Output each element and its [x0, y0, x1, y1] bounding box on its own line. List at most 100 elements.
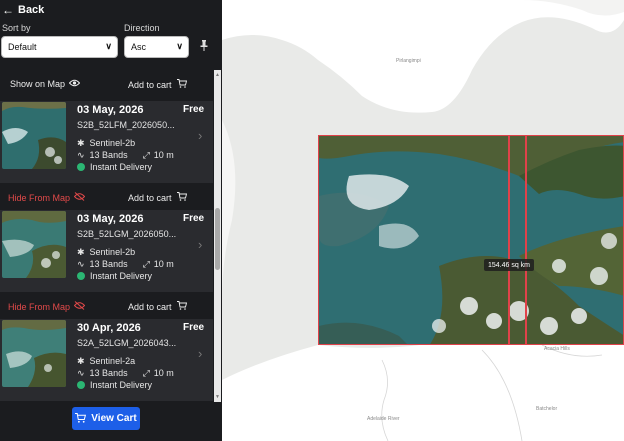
waveform-icon: ∿	[77, 258, 85, 269]
result-card[interactable]: 30 Apr, 2026 Free S2A_52LGM_2026043... ✱…	[0, 319, 213, 401]
chevron-down-icon: ∨	[105, 41, 112, 51]
app-root: ← Back Sort by Direction Default ∨ Asc ∨…	[0, 0, 624, 441]
bands-count: 13 Bands	[89, 259, 128, 269]
scene-thumbnail	[2, 320, 66, 387]
hide-from-map-button[interactable]: Hide From Map	[8, 192, 86, 203]
place-label: Acacia Hills	[544, 346, 570, 352]
add-to-cart-label: Add to cart	[128, 301, 172, 312]
direction-value: Asc	[131, 42, 147, 52]
chevron-right-icon: ›	[198, 346, 203, 361]
pin-icon[interactable]	[199, 40, 209, 53]
satellite-name: Sentinel-2b	[89, 138, 136, 148]
place-label: Batchelor	[536, 406, 558, 412]
view-cart-button[interactable]: View Cart	[72, 407, 140, 430]
add-to-cart-label: Add to cart	[128, 192, 172, 203]
resolution-value: 10 m	[153, 259, 174, 269]
scene-thumbnail	[2, 102, 66, 169]
scroll-down-icon[interactable]: ▼	[215, 394, 220, 400]
clock-icon	[77, 163, 85, 171]
cart-plus-icon	[176, 192, 187, 203]
cart-icon	[75, 412, 87, 425]
eye-icon	[68, 79, 81, 89]
resize-icon: ⤢	[142, 367, 150, 378]
scene-date: 30 Apr, 2026	[77, 322, 141, 334]
show-on-map-button[interactable]: Show on Map	[10, 79, 81, 89]
sort-by-label: Sort by	[2, 23, 31, 33]
waveform-icon: ∿	[77, 367, 85, 378]
footprint-outline	[525, 135, 527, 345]
bands-row: ∿ 13 Bands ⤢ 10 m	[77, 368, 174, 378]
delivery-row: Instant Delivery	[77, 271, 152, 281]
sort-by-select[interactable]: Default ∨	[1, 36, 118, 58]
price-badge: Free	[183, 322, 205, 333]
delivery-label: Instant Delivery	[90, 380, 153, 390]
result-card[interactable]: 03 May, 2026 Free S2B_52LFM_2026050... ✱…	[0, 101, 213, 183]
resize-icon: ⤢	[142, 149, 150, 160]
direction-label: Direction	[124, 23, 160, 33]
view-cart-label: View Cart	[91, 413, 137, 424]
resolution-value: 10 m	[153, 150, 174, 160]
sort-by-value: Default	[8, 42, 37, 52]
scene-date: 03 May, 2026	[77, 213, 144, 225]
price-badge: Free	[183, 213, 205, 224]
footprint-outline	[508, 135, 510, 345]
chevron-down-icon: ∨	[176, 41, 183, 51]
scroll-up-icon[interactable]: ▲	[215, 72, 220, 78]
area-measurement-label: 154.46 sq km	[484, 259, 534, 271]
show-on-map-label: Show on Map	[10, 79, 66, 89]
add-to-cart-button[interactable]: Add to cart	[128, 79, 187, 90]
card-actions: Hide From Map Add to cart	[0, 183, 213, 211]
eye-off-icon	[73, 301, 86, 312]
eye-off-icon	[73, 192, 86, 203]
scene-thumbnail	[2, 211, 66, 278]
waveform-icon: ∿	[77, 149, 85, 160]
delivery-row: Instant Delivery	[77, 380, 152, 390]
bands-row: ∿ 13 Bands ⤢ 10 m	[77, 259, 174, 269]
delivery-label: Instant Delivery	[90, 162, 153, 172]
add-to-cart-label: Add to cart	[128, 79, 172, 90]
results-list: Show on Map Add to cart 03 May, 2026 Fre…	[0, 70, 213, 402]
resolution-value: 10 m	[153, 368, 174, 378]
card-actions: Hide From Map Add to cart	[0, 292, 213, 320]
satellite-scene-overlay[interactable]	[318, 135, 624, 345]
place-label: Adelaide River	[367, 416, 400, 422]
bands-count: 13 Bands	[89, 368, 128, 378]
back-label: Back	[18, 4, 45, 16]
satellite-row: ✱ Sentinel-2b	[77, 138, 135, 148]
chevron-right-icon: ›	[198, 128, 203, 143]
chevron-right-icon: ›	[198, 237, 203, 252]
place-label: Pirlangimpi	[396, 58, 421, 64]
satellite-name: Sentinel-2b	[89, 247, 136, 257]
resize-icon: ⤢	[142, 258, 150, 269]
card-actions: Show on Map Add to cart	[0, 70, 213, 98]
bands-row: ∿ 13 Bands ⤢ 10 m	[77, 150, 174, 160]
satellite-icon: ✱	[77, 137, 85, 148]
delivery-row: Instant Delivery	[77, 162, 152, 172]
clock-icon	[77, 381, 85, 389]
hide-from-map-label: Hide From Map	[8, 301, 71, 312]
result-card[interactable]: 03 May, 2026 Free S2B_52LGM_2026050... ✱…	[0, 210, 213, 292]
add-to-cart-button[interactable]: Add to cart	[128, 192, 187, 203]
price-badge: Free	[183, 104, 205, 115]
arrow-left-icon: ←	[2, 3, 14, 17]
cart-plus-icon	[176, 301, 187, 312]
satellite-name: Sentinel-2a	[89, 356, 136, 366]
add-to-cart-button[interactable]: Add to cart	[128, 301, 187, 312]
cart-plus-icon	[176, 79, 187, 90]
clock-icon	[77, 272, 85, 280]
satellite-row: ✱ Sentinel-2a	[77, 356, 135, 366]
bands-count: 13 Bands	[89, 150, 128, 160]
direction-select[interactable]: Asc ∨	[124, 36, 189, 58]
scene-date: 03 May, 2026	[77, 104, 144, 116]
delivery-label: Instant Delivery	[90, 271, 153, 281]
hide-from-map-button[interactable]: Hide From Map	[8, 301, 86, 312]
product-id: S2A_52LGM_2026043...	[77, 338, 177, 348]
satellite-row: ✱ Sentinel-2b	[77, 247, 135, 257]
hide-from-map-label: Hide From Map	[8, 192, 71, 203]
scrollbar-thumb[interactable]	[215, 208, 220, 270]
product-id: S2B_52LFM_2026050...	[77, 120, 175, 130]
results-sidebar: ← Back Sort by Direction Default ∨ Asc ∨…	[0, 0, 222, 441]
back-button[interactable]: ← Back	[2, 3, 44, 17]
satellite-icon: ✱	[77, 355, 85, 366]
map-view[interactable]: Pirlangimpi Acacia Hills Batchelor Adela…	[222, 0, 624, 441]
